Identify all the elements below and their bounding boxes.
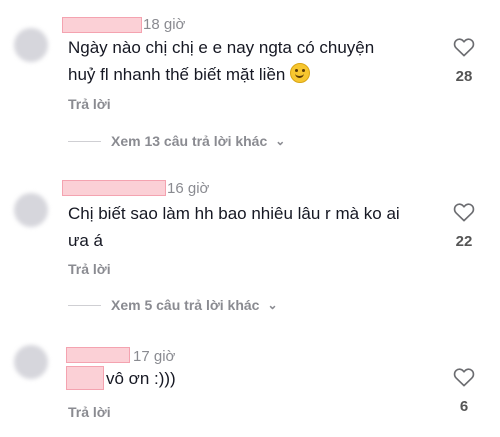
comment-text-line: Ngày nào chị chị e e nay ngta có chuyện [68, 38, 375, 57]
avatar[interactable] [14, 193, 48, 227]
heart-outline-icon[interactable] [453, 37, 475, 57]
comment-text-line: vô ơn :))) [106, 369, 176, 388]
divider-line [68, 140, 101, 142]
comment-text: vô ơn :))) [106, 365, 176, 392]
chevron-down-icon: ⌄ [267, 298, 278, 312]
avatar[interactable] [14, 28, 48, 62]
comment-text-line-content: huỷ fl nhanh thế biết mặt liền [68, 65, 286, 84]
comment-time: 18 giờ [143, 16, 186, 33]
view-more-replies-button[interactable]: Xem 13 câu trả lời khác ⌄ [68, 133, 285, 149]
like-count: 6 [459, 398, 469, 415]
username-redacted[interactable] [66, 347, 130, 363]
comment-text-line: ưa á [68, 231, 104, 250]
comment-text: Chị biết sao làm hh bao nhiêu lâu r mà k… [68, 200, 400, 254]
view-more-label: Xem 5 câu trả lời khác [111, 297, 260, 313]
smiling-face-emoji-icon [290, 63, 311, 83]
view-more-replies-button[interactable]: Xem 5 câu trả lời khác ⌄ [68, 297, 278, 313]
reply-button[interactable]: Trả lời [68, 261, 111, 277]
reply-button[interactable]: Trả lời [68, 404, 111, 420]
chevron-down-icon: ⌄ [275, 134, 286, 148]
view-more-label: Xem 13 câu trả lời khác [111, 133, 268, 149]
like-count: 22 [455, 233, 473, 250]
like-count: 28 [455, 68, 473, 85]
comment-text-line: huỷ fl nhanh thế biết mặt liền [68, 61, 374, 88]
divider-line [68, 304, 101, 306]
comment-time: 17 giờ [133, 348, 176, 365]
username-redacted[interactable] [62, 17, 142, 33]
username-redacted[interactable] [62, 180, 166, 196]
avatar[interactable] [14, 345, 48, 379]
comment-text-line: Chị biết sao làm hh bao nhiêu lâu r mà k… [68, 204, 400, 223]
username-redacted [66, 366, 104, 390]
comment-text: Ngày nào chị chị e e nay ngta có chuyện … [68, 34, 374, 88]
comment-time: 16 giờ [167, 180, 210, 197]
heart-outline-icon[interactable] [453, 367, 475, 387]
reply-button[interactable]: Trả lời [68, 96, 111, 112]
heart-outline-icon[interactable] [453, 202, 475, 222]
